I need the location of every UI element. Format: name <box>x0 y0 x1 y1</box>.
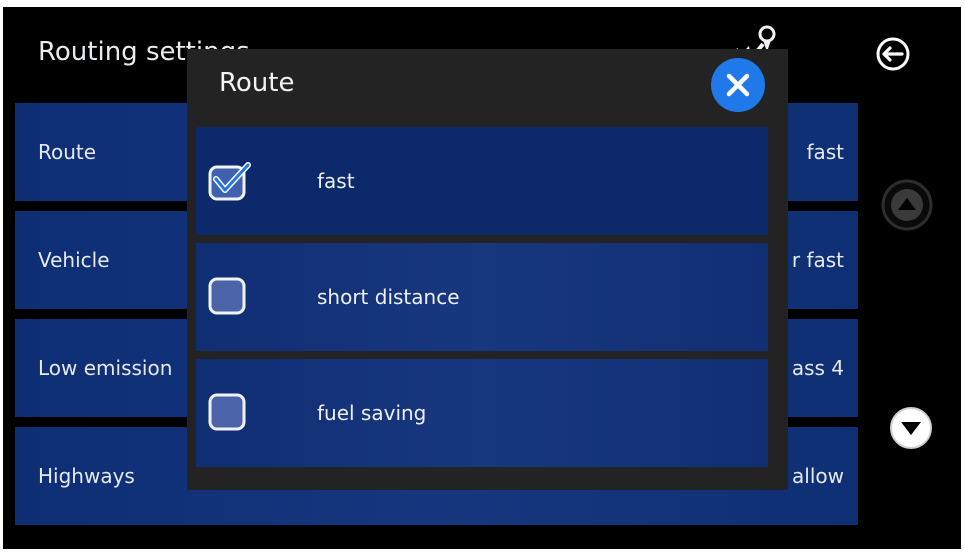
option-label: short distance <box>317 285 460 309</box>
screen: Routing settings Route fast Vehicle r fa… <box>0 0 964 555</box>
route-dialog: Route fast short distance fuel saving <box>187 49 788 490</box>
setting-value: fast <box>806 140 844 164</box>
setting-label: Route <box>38 140 97 164</box>
checkbox-icon[interactable] <box>208 393 256 433</box>
option-short-distance[interactable]: short distance <box>196 243 768 351</box>
setting-label: Low emission <box>38 356 173 380</box>
setting-value: r fast <box>791 248 844 272</box>
arrow-left-circle-icon <box>876 37 910 71</box>
scroll-down-button[interactable] <box>883 400 939 456</box>
setting-label: Vehicle <box>38 248 110 272</box>
setting-value: allow <box>792 464 844 488</box>
routing-settings-screen: Routing settings Route fast Vehicle r fa… <box>3 7 961 549</box>
close-button[interactable] <box>710 57 766 113</box>
option-fast[interactable]: fast <box>196 127 768 235</box>
checkbox-icon[interactable] <box>208 277 256 317</box>
option-fuel-saving[interactable]: fuel saving <box>196 359 768 467</box>
setting-label: Highways <box>38 464 135 488</box>
setting-value: ass 4 <box>791 356 844 380</box>
dialog-title: Route <box>219 68 295 98</box>
back-button[interactable] <box>863 35 923 95</box>
chevron-down-circle-icon <box>890 407 932 449</box>
option-label: fast <box>317 169 355 193</box>
chevron-up-circle-icon <box>881 179 933 231</box>
close-circle-icon <box>711 58 765 112</box>
checkbox-checked-icon[interactable] <box>208 161 256 201</box>
scroll-up-button[interactable] <box>879 177 935 233</box>
option-label: fuel saving <box>317 401 427 425</box>
